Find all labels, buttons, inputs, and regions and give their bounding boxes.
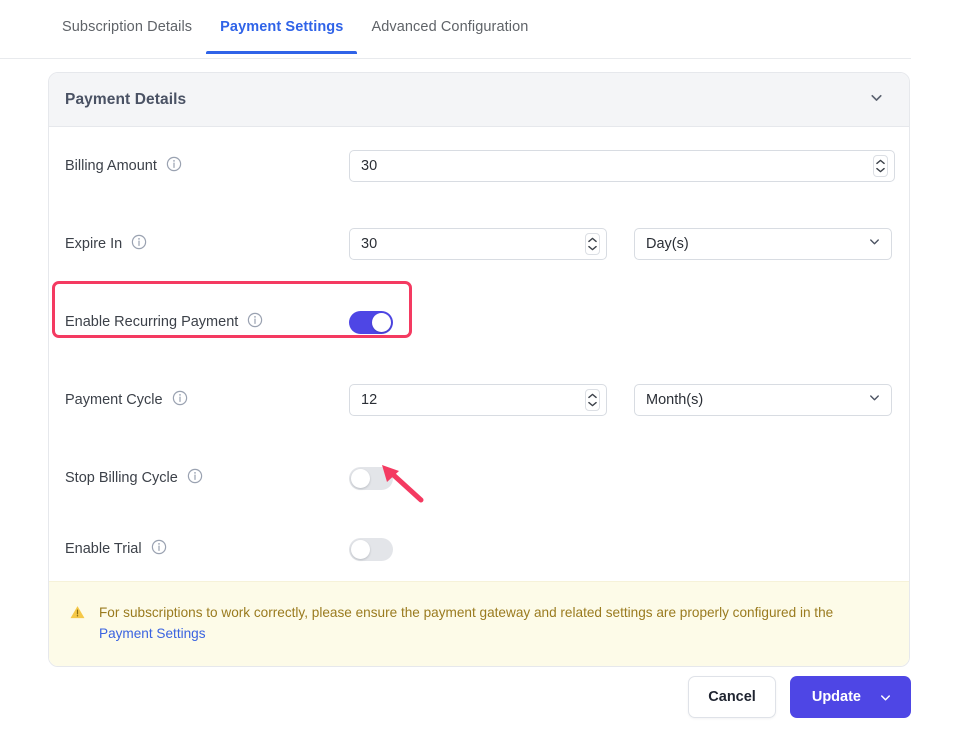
form-footer: Cancel Update	[0, 676, 911, 718]
enable-trial-toggle[interactable]	[349, 537, 393, 561]
select-value: Month(s)	[646, 392, 704, 408]
field-label: Enable Trial	[65, 541, 142, 557]
stop-billing-cycle-label-group: Stop Billing Cycle	[65, 468, 349, 488]
enable-trial-field	[349, 537, 393, 561]
payment-settings-link[interactable]: Payment Settings	[99, 626, 206, 641]
payment-cycle-unit-select[interactable]: Month(s)	[634, 384, 892, 416]
row-enable-recurring-payment: Enable Recurring Payment	[49, 283, 909, 361]
update-button[interactable]: Update	[789, 676, 911, 718]
chevron-down-icon[interactable]	[867, 234, 882, 254]
chevron-down-icon[interactable]	[867, 390, 882, 410]
toggle-knob	[351, 468, 370, 488]
row-stop-billing-cycle: Stop Billing Cycle	[49, 439, 909, 517]
panel-title: Payment Details	[65, 90, 187, 108]
chevron-down-icon[interactable]	[878, 690, 893, 705]
expire-in-field: Day(s)	[349, 228, 892, 260]
enable-recurring-payment-label-group: Enable Recurring Payment	[65, 312, 349, 332]
expire-in-unit-select[interactable]: Day(s)	[634, 228, 892, 260]
info-icon[interactable]	[166, 156, 182, 176]
billing-amount-field	[349, 150, 895, 182]
info-icon[interactable]	[172, 390, 188, 410]
field-label: Stop Billing Cycle	[65, 470, 178, 486]
cancel-button[interactable]: Cancel	[688, 676, 776, 718]
chevron-down-icon[interactable]	[868, 89, 885, 111]
tab-label: Payment Settings	[220, 19, 344, 35]
payment-details-header[interactable]: Payment Details	[49, 73, 909, 127]
payment-cycle-field: Month(s)	[349, 384, 892, 416]
field-label: Payment Cycle	[65, 392, 163, 408]
tab-label: Advanced Configuration	[371, 19, 529, 35]
stop-billing-cycle-field	[349, 466, 393, 490]
row-billing-amount: Billing Amount	[49, 127, 909, 205]
info-icon[interactable]	[131, 234, 147, 254]
payment-settings-page: Subscription Details Payment Settings Ad…	[0, 0, 963, 738]
field-label: Billing Amount	[65, 158, 157, 174]
billing-amount-input-wrap	[349, 150, 895, 182]
tab-bar: Subscription Details Payment Settings Ad…	[0, 0, 911, 59]
payment-details-body: Billing Amount 30 Expire In 30 Day(s) En…	[49, 127, 909, 667]
expire-in-label-group: Expire In	[65, 234, 349, 254]
field-label: Enable Recurring Payment	[65, 314, 239, 330]
info-icon[interactable]	[187, 468, 203, 488]
row-expire-in: Expire In 30 Day(s)	[49, 205, 909, 283]
payment-cycle-label-group: Payment Cycle	[65, 390, 349, 410]
update-button-label: Update	[811, 689, 861, 705]
tab-payment-settings[interactable]: Payment Settings	[206, 0, 358, 54]
tab-label: Subscription Details	[62, 19, 193, 35]
expire-in-unit-wrap: Day(s)	[634, 228, 892, 260]
payment-cycle-input[interactable]	[349, 384, 607, 416]
toggle-knob	[351, 539, 370, 559]
cancel-button-label: Cancel	[708, 689, 756, 705]
field-label: Expire In	[65, 236, 123, 252]
stop-billing-cycle-toggle[interactable]	[349, 466, 393, 490]
notice-text: For subscriptions to work correctly, ple…	[99, 602, 859, 644]
tab-advanced-configuration[interactable]: Advanced Configuration	[357, 0, 542, 53]
notice-message: For subscriptions to work correctly, ple…	[99, 605, 834, 620]
payment-cycle-input-wrap	[349, 384, 607, 416]
enable-recurring-payment-field	[349, 310, 393, 334]
toggle-knob	[372, 312, 391, 332]
expire-in-input-wrap	[349, 228, 607, 260]
row-payment-cycle: Payment Cycle 12 Month(s)	[49, 361, 909, 439]
row-enable-trial: Enable Trial	[49, 517, 909, 581]
select-value: Day(s)	[646, 236, 689, 252]
payment-gateway-notice: For subscriptions to work correctly, ple…	[49, 581, 909, 667]
expire-in-input[interactable]	[349, 228, 607, 260]
enable-recurring-payment-toggle[interactable]	[349, 310, 393, 334]
enable-trial-label-group: Enable Trial	[65, 539, 349, 559]
tab-subscription-details[interactable]: Subscription Details	[48, 0, 206, 53]
info-icon[interactable]	[247, 312, 263, 332]
billing-amount-input[interactable]	[349, 150, 895, 182]
number-stepper[interactable]	[585, 233, 600, 255]
payment-details-card: Payment Details Billing Amount 30 Expire…	[48, 72, 910, 668]
warning-triangle-icon	[69, 604, 86, 626]
number-stepper[interactable]	[873, 155, 888, 177]
billing-amount-label-group: Billing Amount	[65, 156, 349, 176]
payment-cycle-unit-wrap: Month(s)	[634, 384, 892, 416]
number-stepper[interactable]	[585, 389, 600, 411]
info-icon[interactable]	[151, 539, 167, 559]
